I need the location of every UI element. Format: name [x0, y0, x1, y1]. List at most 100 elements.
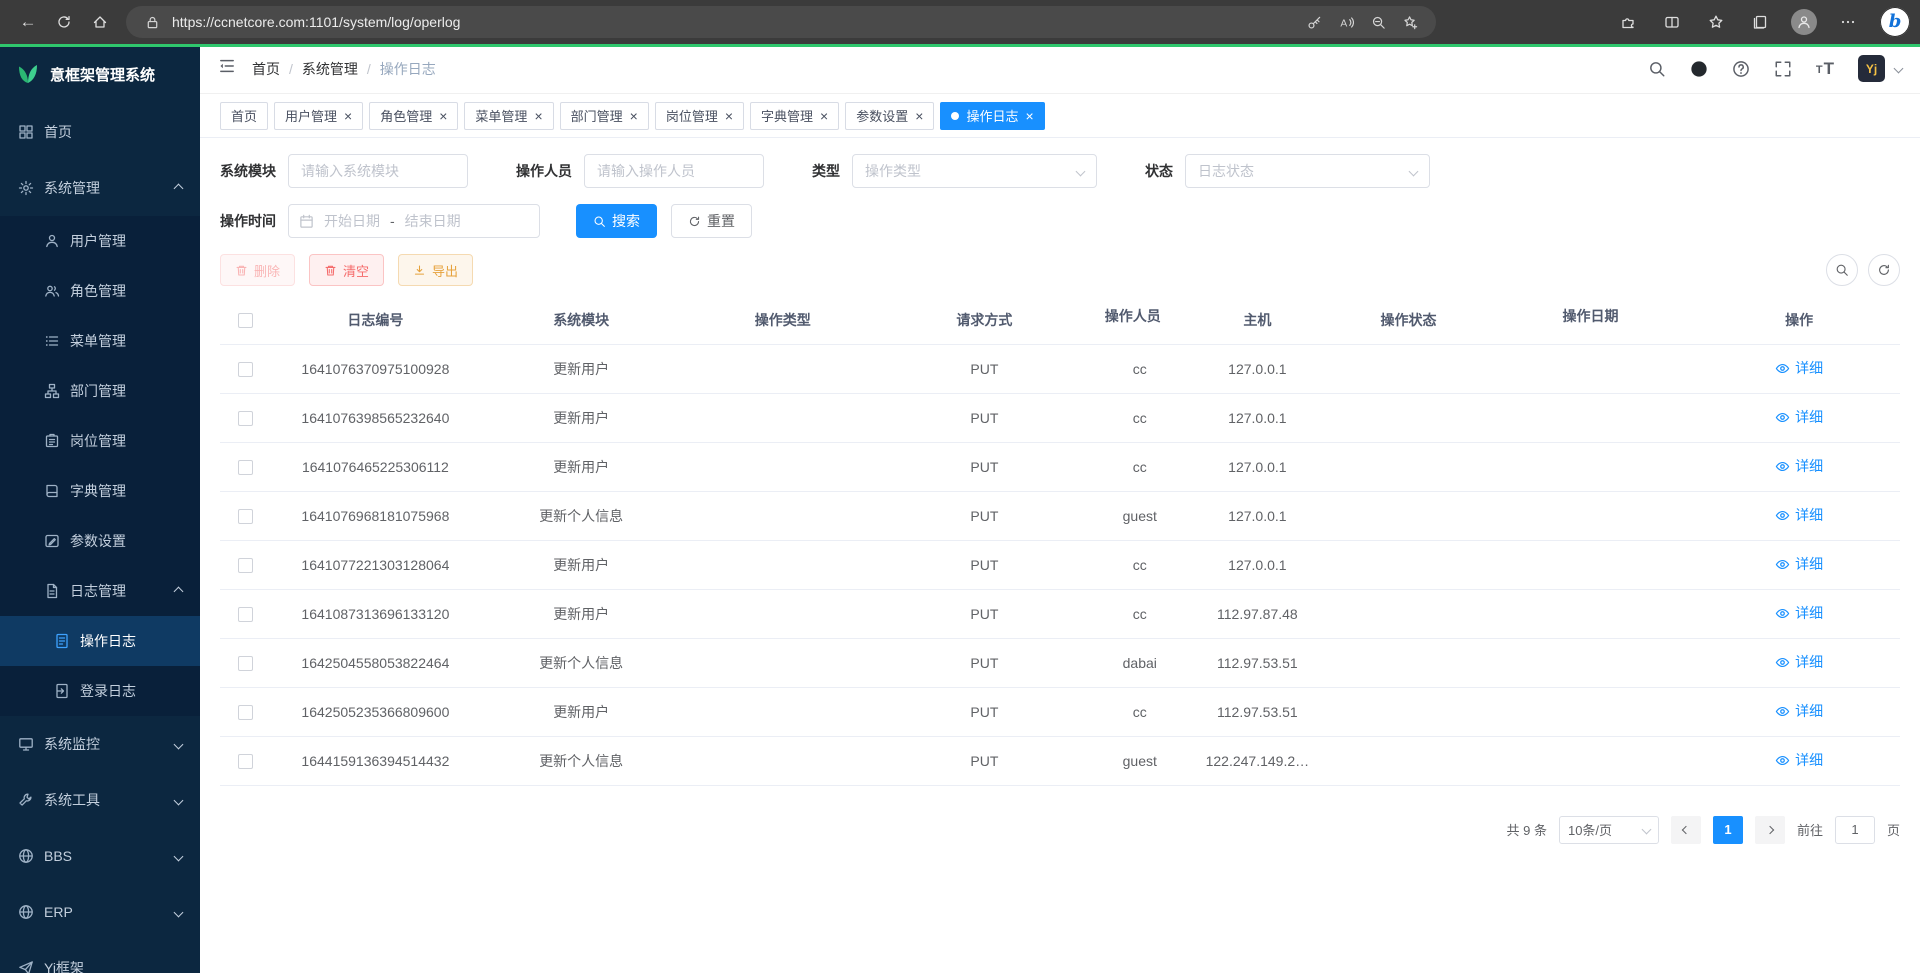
- sort-icon[interactable]: [1625, 316, 1633, 334]
- page-size-select[interactable]: 10条/页: [1559, 816, 1659, 844]
- browser-profile-avatar[interactable]: [1786, 5, 1822, 39]
- next-page-button[interactable]: [1755, 816, 1785, 844]
- status-filter-select[interactable]: 日志状态: [1185, 154, 1430, 188]
- help-icon[interactable]: [1732, 60, 1750, 78]
- sidebar-item-monitor[interactable]: 系统监控: [0, 716, 200, 772]
- tab-post[interactable]: 岗位管理×: [655, 102, 744, 130]
- sidebar-item-system[interactable]: 系统管理: [0, 160, 200, 216]
- tab-close-icon[interactable]: ×: [534, 109, 542, 123]
- search-icon[interactable]: [1648, 60, 1666, 78]
- read-aloud-icon[interactable]: A: [1334, 10, 1358, 34]
- sidebar-item-loginlog[interactable]: 登录日志: [0, 666, 200, 716]
- prev-page-button[interactable]: [1671, 816, 1701, 844]
- tab-menu[interactable]: 菜单管理×: [464, 102, 553, 130]
- column-header[interactable]: 操作人员: [1085, 296, 1194, 344]
- row-checkbox[interactable]: [238, 558, 253, 573]
- row-checkbox[interactable]: [238, 509, 253, 524]
- sidebar-item-yi[interactable]: Yi框架: [0, 940, 200, 973]
- font-size-icon[interactable]: TT: [1816, 60, 1834, 77]
- export-button[interactable]: 导出: [398, 254, 473, 286]
- github-icon[interactable]: [1690, 60, 1708, 78]
- password-icon[interactable]: [1302, 10, 1326, 34]
- row-checkbox[interactable]: [238, 705, 253, 720]
- row-checkbox[interactable]: [238, 460, 253, 475]
- clear-button[interactable]: 清空: [309, 254, 384, 286]
- tab-user[interactable]: 用户管理×: [274, 102, 363, 130]
- detail-link[interactable]: 详细: [1775, 456, 1823, 476]
- sidebar-item-dept[interactable]: 部门管理: [0, 366, 200, 416]
- extensions-icon[interactable]: [1610, 5, 1646, 39]
- refresh-table-button[interactable]: [1868, 254, 1900, 286]
- favorites-icon[interactable]: [1698, 5, 1734, 39]
- more-menu-icon[interactable]: [1830, 5, 1866, 39]
- tab-operlog[interactable]: 操作日志×: [940, 102, 1044, 130]
- row-checkbox[interactable]: [238, 411, 253, 426]
- collections-icon[interactable]: [1742, 5, 1778, 39]
- goto-page-input[interactable]: [1835, 816, 1875, 844]
- tab-param[interactable]: 参数设置×: [845, 102, 934, 130]
- detail-link[interactable]: 详细: [1775, 652, 1823, 672]
- detail-link[interactable]: 详细: [1775, 603, 1823, 623]
- chevron-down-icon[interactable]: [1894, 64, 1904, 74]
- tab-dept[interactable]: 部门管理×: [560, 102, 649, 130]
- user-avatar[interactable]: Yj: [1858, 55, 1885, 82]
- tab-close-icon[interactable]: ×: [820, 109, 828, 123]
- detail-link[interactable]: 详细: [1775, 701, 1823, 721]
- sidebar-item-param[interactable]: 参数设置: [0, 516, 200, 566]
- sidebar-item-menu[interactable]: 菜单管理: [0, 316, 200, 366]
- sidebar-item-tools[interactable]: 系统工具: [0, 772, 200, 828]
- home-button[interactable]: [82, 5, 118, 39]
- sidebar-item-post[interactable]: 岗位管理: [0, 416, 200, 466]
- select-all-checkbox[interactable]: [238, 313, 253, 328]
- sidebar-item-log[interactable]: 日志管理: [0, 566, 200, 616]
- toggle-search-button[interactable]: [1826, 254, 1858, 286]
- reload-button[interactable]: [46, 5, 82, 39]
- address-bar[interactable]: https://ccnetcore.com:1101/system/log/op…: [126, 6, 1436, 38]
- breadcrumb-item[interactable]: 系统管理: [302, 59, 358, 79]
- tab-close-icon[interactable]: ×: [439, 109, 447, 123]
- back-button[interactable]: ←: [10, 5, 46, 39]
- type-filter-select[interactable]: 操作类型: [852, 154, 1097, 188]
- sidebar-item-home[interactable]: 首页: [0, 104, 200, 160]
- tab-close-icon[interactable]: ×: [630, 109, 638, 123]
- date-range-picker[interactable]: 开始日期 - 结束日期: [288, 204, 540, 238]
- collapse-sidebar-button[interactable]: [218, 57, 236, 80]
- delete-button[interactable]: 删除: [220, 254, 295, 286]
- breadcrumb-item[interactable]: 首页: [252, 59, 280, 79]
- zoom-out-icon[interactable]: [1366, 10, 1390, 34]
- sort-icon[interactable]: [1167, 316, 1175, 334]
- add-favorite-icon[interactable]: [1398, 10, 1422, 34]
- module-filter-input[interactable]: [288, 154, 468, 188]
- column-header[interactable]: 操作日期: [1497, 296, 1699, 344]
- detail-link[interactable]: 详细: [1775, 407, 1823, 427]
- detail-link[interactable]: 详细: [1775, 750, 1823, 770]
- tab-home[interactable]: 首页: [220, 102, 268, 130]
- tab-role[interactable]: 角色管理×: [369, 102, 458, 130]
- row-checkbox[interactable]: [238, 754, 253, 769]
- fullscreen-icon[interactable]: [1774, 60, 1792, 78]
- split-screen-icon[interactable]: [1654, 5, 1690, 39]
- sidebar-item-dict[interactable]: 字典管理: [0, 466, 200, 516]
- detail-link[interactable]: 详细: [1775, 505, 1823, 525]
- sidebar-item-role[interactable]: 角色管理: [0, 266, 200, 316]
- tab-close-icon[interactable]: ×: [344, 109, 352, 123]
- page-number-button[interactable]: 1: [1713, 816, 1743, 844]
- sidebar-item-erp[interactable]: ERP: [0, 884, 200, 940]
- row-checkbox[interactable]: [238, 656, 253, 671]
- reset-button[interactable]: 重置: [671, 204, 752, 238]
- row-checkbox[interactable]: [238, 607, 253, 622]
- tab-dict[interactable]: 字典管理×: [750, 102, 839, 130]
- tab-close-icon[interactable]: ×: [725, 109, 733, 123]
- operator-filter-input[interactable]: [584, 154, 764, 188]
- bing-button[interactable]: b: [1880, 7, 1910, 37]
- search-button[interactable]: 搜索: [576, 204, 657, 238]
- cell-action: 详细: [1698, 442, 1900, 491]
- tab-close-icon[interactable]: ×: [915, 109, 923, 123]
- sidebar-item-user[interactable]: 用户管理: [0, 216, 200, 266]
- detail-link[interactable]: 详细: [1775, 358, 1823, 378]
- sidebar-item-bbs[interactable]: BBS: [0, 828, 200, 884]
- sidebar-item-operlog[interactable]: 操作日志: [0, 616, 200, 666]
- tab-close-icon[interactable]: ×: [1025, 109, 1033, 123]
- row-checkbox[interactable]: [238, 362, 253, 377]
- detail-link[interactable]: 详细: [1775, 554, 1823, 574]
